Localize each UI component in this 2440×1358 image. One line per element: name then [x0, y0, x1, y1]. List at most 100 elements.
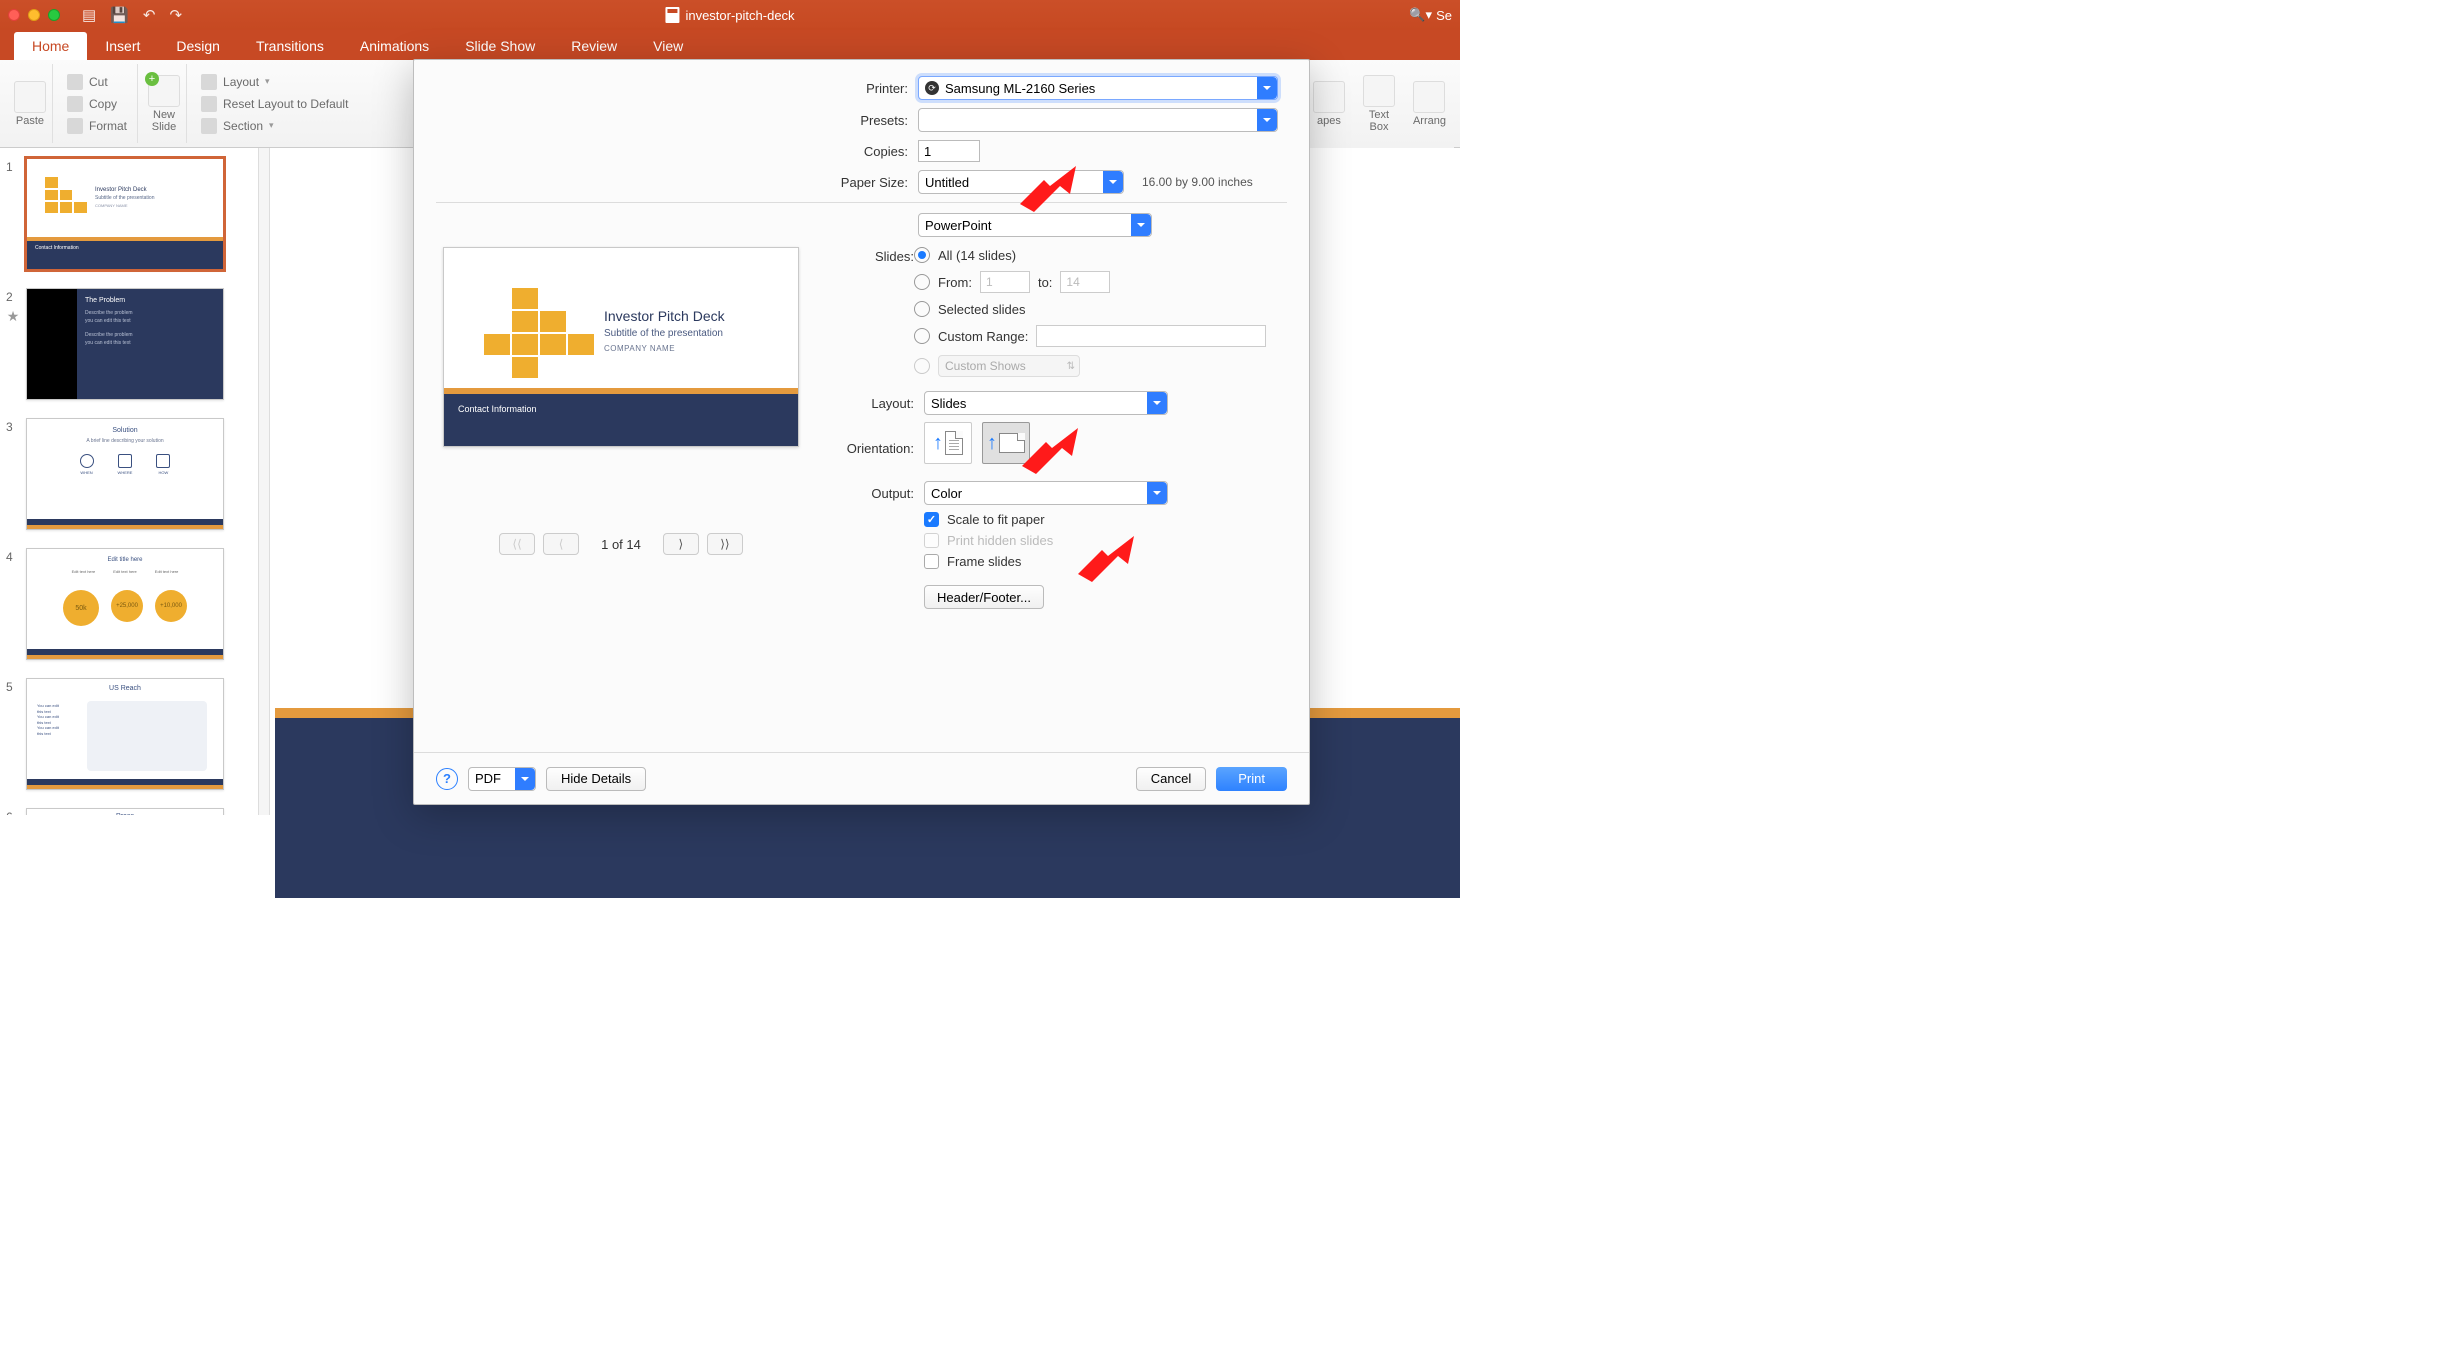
document-title-text: investor-pitch-deck: [685, 8, 794, 23]
prev-page-button[interactable]: ⟨: [543, 533, 579, 555]
cancel-button[interactable]: Cancel: [1136, 767, 1206, 791]
tab-animations[interactable]: Animations: [342, 32, 447, 60]
pdf-select[interactable]: PDF: [468, 767, 536, 791]
brush-icon: [67, 118, 83, 134]
tab-home[interactable]: Home: [14, 32, 87, 60]
next-page-button[interactable]: ⟩: [663, 533, 699, 555]
slide-thumbnail-1[interactable]: Investor Pitch Deck Subtitle of the pres…: [26, 158, 224, 270]
annotation-arrow-icon: [1020, 166, 1080, 214]
thumbnail-row: 4 Edit title here Edit text here Edit te…: [6, 548, 251, 660]
shapes-button[interactable]: apes: [1313, 81, 1345, 127]
paste-label: Paste: [16, 115, 44, 127]
frame-slides-checkbox[interactable]: [924, 554, 939, 569]
cut-button[interactable]: Cut: [63, 72, 131, 92]
thumbnail-row: 1 Investor Pitch Deck Subtitle of the pr…: [6, 158, 251, 270]
copies-input[interactable]: [918, 140, 980, 162]
chevron-down-icon: [1131, 214, 1151, 236]
text-box-button[interactable]: Text Box: [1363, 75, 1395, 133]
slide-thumbnail-2[interactable]: The Problem Describe the problem you can…: [26, 288, 224, 400]
new-slide-icon: +: [148, 75, 180, 107]
section-button[interactable]: Section ▾: [197, 116, 352, 136]
qat-save-icon[interactable]: 💾: [110, 6, 129, 24]
qat-undo-icon[interactable]: ↶: [143, 6, 156, 24]
ribbon-tabs: Home Insert Design Transitions Animation…: [0, 30, 1460, 60]
minimize-window-icon[interactable]: [28, 9, 40, 21]
radio-from-slides[interactable]: [914, 274, 930, 290]
slide-thumbnail-6[interactable]: Press: [26, 808, 224, 815]
radio-custom-range[interactable]: [914, 328, 930, 344]
output-value: Color: [931, 486, 962, 501]
grid-icon: [156, 454, 170, 468]
tab-view[interactable]: View: [635, 32, 701, 60]
slide-thumbnail-5[interactable]: US Reach You can edit this text You can …: [26, 678, 224, 790]
orientation-portrait-button[interactable]: ↑: [924, 422, 972, 464]
layout-select[interactable]: Slides: [924, 391, 1168, 415]
thumb-number: 3: [6, 418, 20, 530]
last-page-button[interactable]: ⟩⟩: [707, 533, 743, 555]
app-options-value: PowerPoint: [925, 218, 991, 233]
scale-to-fit-checkbox[interactable]: [924, 512, 939, 527]
document-icon: [665, 7, 679, 23]
tab-review[interactable]: Review: [553, 32, 635, 60]
chevron-down-icon: [1257, 77, 1277, 99]
arrange-button[interactable]: Arrang: [1413, 81, 1446, 127]
tab-design[interactable]: Design: [158, 32, 238, 60]
thumb-number: 6: [6, 808, 20, 815]
chevron-down-icon: [515, 768, 535, 790]
from-input[interactable]: [980, 271, 1030, 293]
ribbon-right-group: apes Text Box Arrang: [1305, 60, 1454, 148]
slide-thumbnail-3[interactable]: Solution A brief line describing your so…: [26, 418, 224, 530]
arrange-icon: [1413, 81, 1445, 113]
layout-label: Layout:: [824, 396, 914, 411]
radio-selected-slides[interactable]: [914, 301, 930, 317]
presets-select[interactable]: [918, 108, 1278, 132]
copy-button[interactable]: Copy: [63, 94, 131, 114]
help-button[interactable]: ?: [436, 768, 458, 790]
document-title: investor-pitch-deck: [665, 7, 794, 23]
tab-slide-show[interactable]: Slide Show: [447, 32, 553, 60]
thumb-number: 1: [6, 158, 20, 270]
slide-thumbnails-panel[interactable]: 1 Investor Pitch Deck Subtitle of the pr…: [0, 148, 258, 815]
thumbnail-row: 5 US Reach You can edit this text You ca…: [6, 678, 251, 790]
logo-icon: [484, 288, 594, 378]
chevron-down-icon: [1147, 392, 1167, 414]
thumb-number: 4: [6, 548, 20, 660]
paste-button[interactable]: Paste: [14, 81, 46, 127]
thumb-number: 5: [6, 678, 20, 790]
search-box[interactable]: 🔍▾ Se: [1409, 7, 1452, 23]
dialog-footer: ? PDF Hide Details Cancel Print: [414, 752, 1309, 804]
tab-insert[interactable]: Insert: [87, 32, 158, 60]
thumbnail-row: 6 Press: [6, 808, 251, 815]
panel-divider[interactable]: [258, 148, 270, 815]
to-input[interactable]: [1060, 271, 1110, 293]
preview-slide: Investor Pitch Deck Subtitle of the pres…: [443, 247, 799, 447]
thumbnail-row: 3 Solution A brief line describing your …: [6, 418, 251, 530]
copies-label: Copies:: [826, 144, 908, 159]
printer-select[interactable]: ⟳ Samsung ML-2160 Series: [918, 76, 1278, 100]
custom-range-input[interactable]: [1036, 325, 1266, 347]
tab-transitions[interactable]: Transitions: [238, 32, 342, 60]
header-footer-button[interactable]: Header/Footer...: [924, 585, 1044, 609]
format-painter-button[interactable]: Format: [63, 116, 131, 136]
chevron-down-icon: [1147, 482, 1167, 504]
qat-file-icon[interactable]: ▤: [82, 6, 96, 24]
output-select[interactable]: Color: [924, 481, 1168, 505]
slide-thumbnail-4[interactable]: Edit title here Edit text here Edit text…: [26, 548, 224, 660]
reset-layout-button[interactable]: Reset Layout to Default: [197, 94, 352, 114]
radio-custom-shows: [914, 358, 930, 374]
star-icon[interactable]: ★: [6, 308, 20, 325]
first-page-button[interactable]: ⟨⟨: [499, 533, 535, 555]
printer-label: Printer:: [826, 81, 908, 96]
annotation-arrow-icon: [1022, 428, 1082, 476]
radio-all-slides[interactable]: [914, 247, 930, 263]
search-icon: 🔍▾: [1409, 7, 1432, 23]
layout-button[interactable]: Layout ▾: [197, 72, 352, 92]
app-options-select[interactable]: PowerPoint: [918, 213, 1152, 237]
qat-redo-icon[interactable]: ↷: [169, 6, 182, 24]
new-slide-button[interactable]: + New Slide: [148, 75, 180, 133]
close-window-icon[interactable]: [8, 9, 20, 21]
hide-details-button[interactable]: Hide Details: [546, 767, 646, 791]
maximize-window-icon[interactable]: [48, 9, 60, 21]
reset-icon: [201, 96, 217, 112]
print-button[interactable]: Print: [1216, 767, 1287, 791]
